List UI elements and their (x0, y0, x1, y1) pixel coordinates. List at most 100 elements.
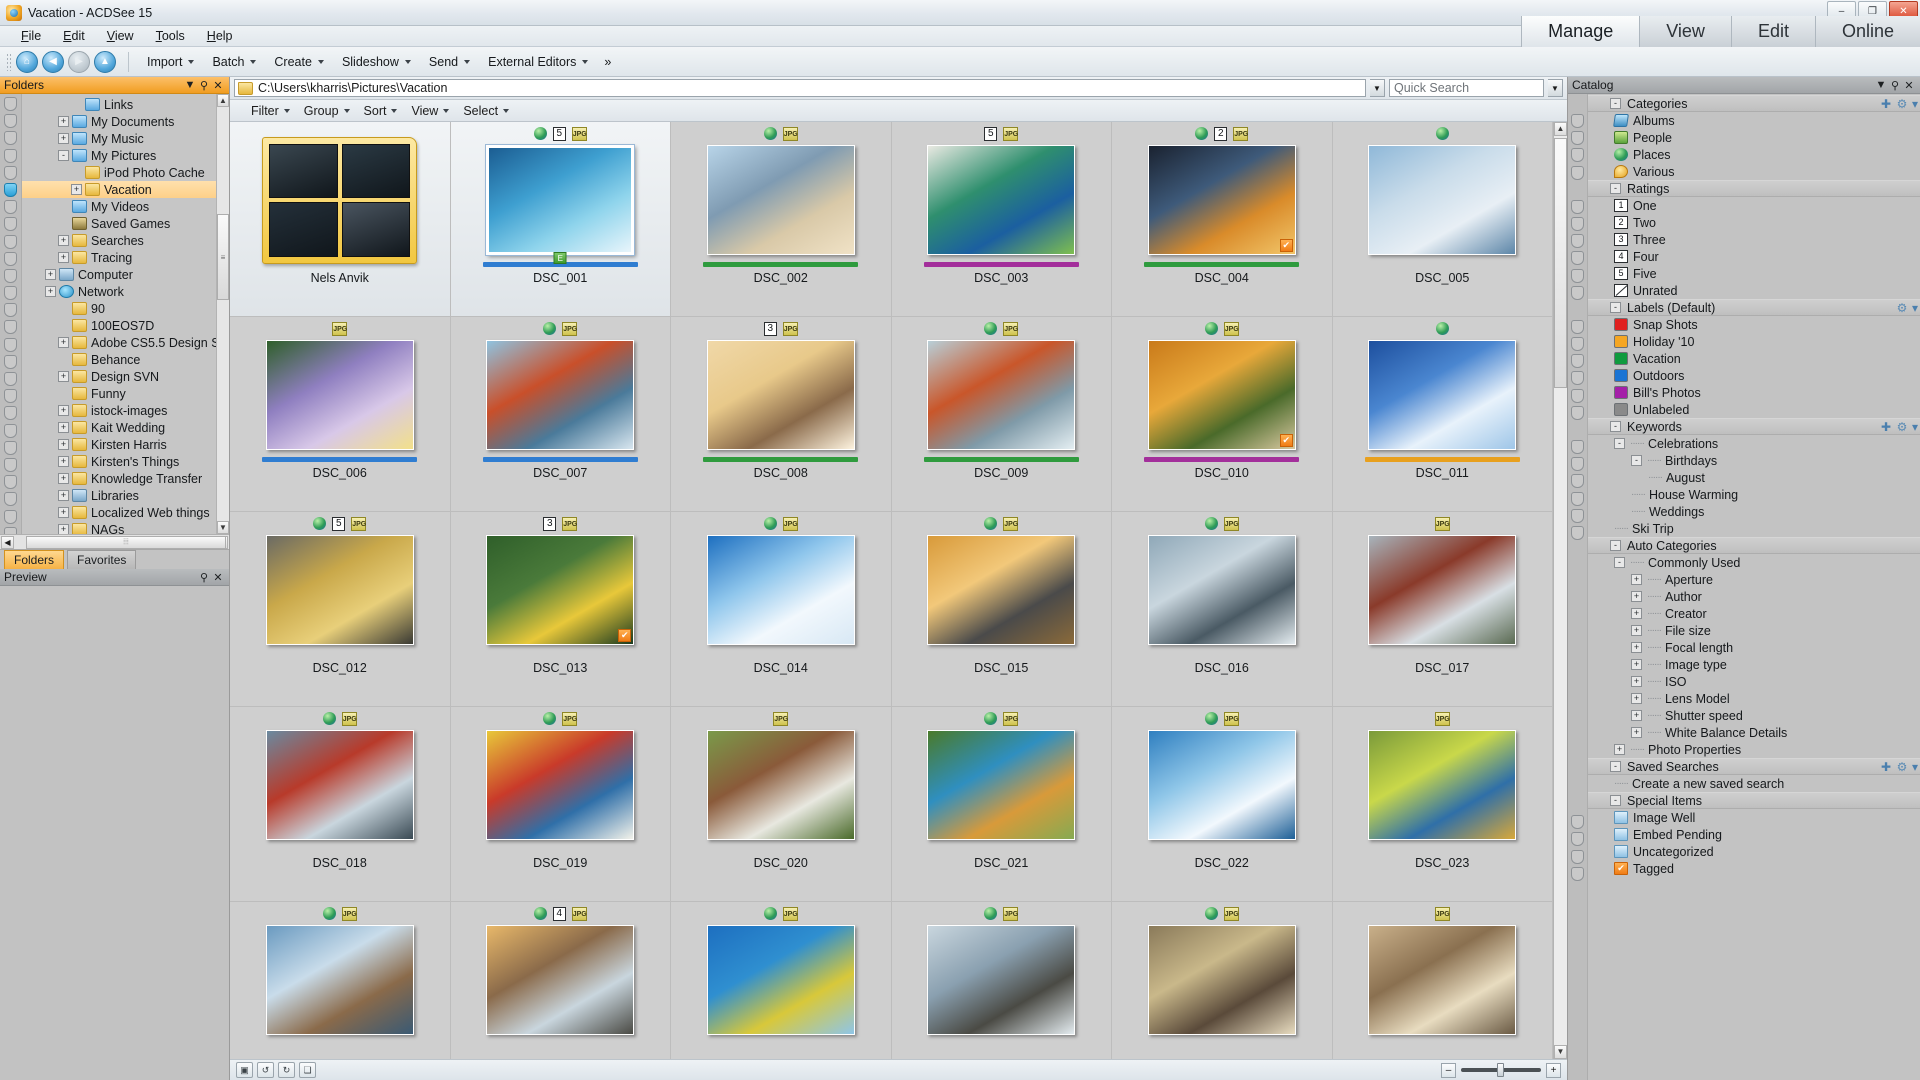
image-thumbnail-cell[interactable]: 2JPG✔DSC_004 (1112, 122, 1333, 317)
catalog-shield-icon[interactable] (1571, 269, 1584, 283)
thumbnail-image-box[interactable] (703, 141, 858, 259)
expand-icon[interactable]: + (45, 269, 56, 280)
scroll-up-icon[interactable]: ▲ (1554, 122, 1567, 136)
thumbnail-image-box[interactable] (262, 726, 417, 844)
mode-tab-edit[interactable]: Edit (1731, 16, 1815, 47)
expand-icon[interactable]: + (58, 422, 69, 433)
catalog-shield-icon[interactable] (1571, 815, 1584, 829)
hscrollbar-thumb[interactable]: ⦙⦙⦙ (26, 536, 226, 549)
catalog-item[interactable]: Unrated (1588, 282, 1920, 299)
folder-tree-item[interactable]: Links (22, 96, 229, 113)
expand-icon[interactable]: + (58, 133, 69, 144)
expand-icon[interactable]: + (45, 286, 56, 297)
folder-tree-item[interactable]: -My Pictures (22, 147, 229, 164)
menu-edit[interactable]: Edit (52, 27, 96, 45)
folder-tree-item[interactable]: +Searches (22, 232, 229, 249)
image-thumbnail-cell[interactable]: DSC_011 (1333, 317, 1554, 512)
catalog-shield-icon[interactable] (1571, 850, 1584, 864)
catalog-shield-icon[interactable] (4, 355, 17, 369)
home-icon[interactable]: ⌂ (16, 51, 38, 73)
catalog-shield-icon[interactable] (1571, 286, 1584, 300)
catalog-item[interactable]: Places (1588, 146, 1920, 163)
image-thumbnail-cell[interactable]: JPGDSC_018 (230, 707, 451, 902)
close-icon[interactable]: ✕ (211, 571, 225, 584)
pin-icon[interactable]: ⚲ (197, 79, 211, 92)
catalog-shield-icon[interactable] (4, 510, 17, 524)
catalog-shield-icon[interactable] (1571, 320, 1584, 334)
zoom-in-icon[interactable]: + (1546, 1063, 1561, 1078)
expand-icon[interactable]: + (58, 235, 69, 246)
image-thumbnail-cell[interactable]: DSC_005 (1333, 122, 1554, 317)
catalog-item[interactable]: -······Commonly Used (1588, 554, 1920, 571)
catalog-shield-icon[interactable] (1571, 234, 1584, 248)
thumbnail-image-box[interactable] (1365, 141, 1520, 259)
catalog-item[interactable]: Various (1588, 163, 1920, 180)
catalog-section-header[interactable]: -Auto Categories (1588, 537, 1920, 554)
collapse-icon[interactable]: - (1610, 795, 1621, 806)
folder-tree-item[interactable]: iPod Photo Cache (22, 164, 229, 181)
catalog-section-header[interactable]: -Ratings (1588, 180, 1920, 197)
catalog-shield-icon[interactable] (4, 252, 17, 266)
catalog-shield-icon[interactable] (1571, 200, 1584, 214)
pin-icon[interactable]: ⚲ (1888, 79, 1902, 92)
catalog-shield-icon[interactable] (4, 320, 17, 334)
menu-view[interactable]: View (96, 27, 145, 45)
catalog-item[interactable]: +······White Balance Details (1588, 724, 1920, 741)
catalog-shield-icon[interactable] (1571, 526, 1584, 540)
external-editors-menu[interactable]: External Editors (480, 51, 596, 73)
catalog-shield-icon[interactable] (4, 217, 17, 231)
catalog-shield-icon[interactable] (4, 406, 17, 420)
folder-tree-item[interactable]: +Adobe CS5.5 Design Stan (22, 334, 229, 351)
thumbnail-image-box[interactable] (1365, 726, 1520, 844)
thumbnail-image-box[interactable] (483, 336, 638, 454)
catalog-section-header[interactable]: -Keywords✚⚙▾ (1588, 418, 1920, 435)
catalog-item[interactable]: 3Three (1588, 231, 1920, 248)
image-thumbnail-cell[interactable]: JPGDSC_021 (892, 707, 1113, 902)
mode-tab-view[interactable]: View (1639, 16, 1731, 47)
catalog-shield-icon[interactable] (1571, 389, 1584, 403)
rotate-right-icon[interactable]: ↻ (278, 1062, 295, 1078)
tagged-check-icon[interactable]: ✔ (1280, 434, 1293, 447)
mode-tab-manage[interactable]: Manage (1521, 16, 1639, 47)
zoom-track[interactable] (1461, 1068, 1541, 1072)
folder-tree-item[interactable]: +Tracing (22, 249, 229, 266)
expand-icon[interactable]: + (1631, 591, 1642, 602)
scroll-down-icon[interactable]: ▼ (217, 521, 229, 534)
folder-tree-scrollbar[interactable]: ▲ ≡ ▼ (216, 94, 229, 534)
expand-icon[interactable]: + (1631, 625, 1642, 636)
catalog-shield-icon[interactable] (4, 441, 17, 455)
image-thumbnail-cell[interactable]: 3JPGDSC_008 (671, 317, 892, 512)
add-icon[interactable]: ✚ (1878, 420, 1894, 434)
catalog-tree[interactable]: -Categories✚⚙▾AlbumsPeoplePlacesVarious-… (1588, 94, 1920, 1080)
send-menu[interactable]: Send (421, 51, 478, 73)
hscroll-track[interactable]: ⦙⦙⦙ (14, 536, 215, 549)
folder-tree-item[interactable]: +Kirsten's Things (22, 453, 229, 470)
catalog-item[interactable]: 1One (1588, 197, 1920, 214)
thumbnail-image-box[interactable] (924, 531, 1079, 649)
catalog-shield-icon[interactable] (4, 200, 17, 214)
expand-icon[interactable]: + (58, 456, 69, 467)
collapse-icon[interactable]: - (1610, 540, 1621, 551)
catalog-item[interactable]: +······Author (1588, 588, 1920, 605)
catalog-shield-icon[interactable] (4, 235, 17, 249)
catalog-shield-icon[interactable] (1571, 114, 1584, 128)
thumbnail-image-box[interactable] (1144, 921, 1299, 1039)
image-thumbnail-cell[interactable]: JPG (1112, 902, 1333, 1059)
thumbnail-image-box[interactable] (1365, 531, 1520, 649)
thumbnail-image-box[interactable] (703, 921, 858, 1039)
folder-tree-item[interactable]: Behance (22, 351, 229, 368)
catalog-shield-icon[interactable] (4, 97, 17, 111)
image-thumbnail-cell[interactable]: 5JPGEDSC_001 (451, 122, 672, 317)
folder-tree-item[interactable]: Funny (22, 385, 229, 402)
catalog-item[interactable]: +······File size (1588, 622, 1920, 639)
folder-tree-item[interactable]: +Kait Wedding (22, 419, 229, 436)
catalog-shield-icon[interactable] (4, 458, 17, 472)
catalog-item[interactable]: People (1588, 129, 1920, 146)
slideshow-menu[interactable]: Slideshow (334, 51, 419, 73)
tab-folders[interactable]: Folders (4, 550, 64, 570)
folder-tree-item[interactable]: 90 (22, 300, 229, 317)
thumbnail-image-box[interactable] (703, 336, 858, 454)
catalog-item[interactable]: Uncategorized (1588, 843, 1920, 860)
menu-file[interactable]: FFileile (10, 27, 52, 45)
catalog-shield-icon[interactable] (1571, 832, 1584, 846)
